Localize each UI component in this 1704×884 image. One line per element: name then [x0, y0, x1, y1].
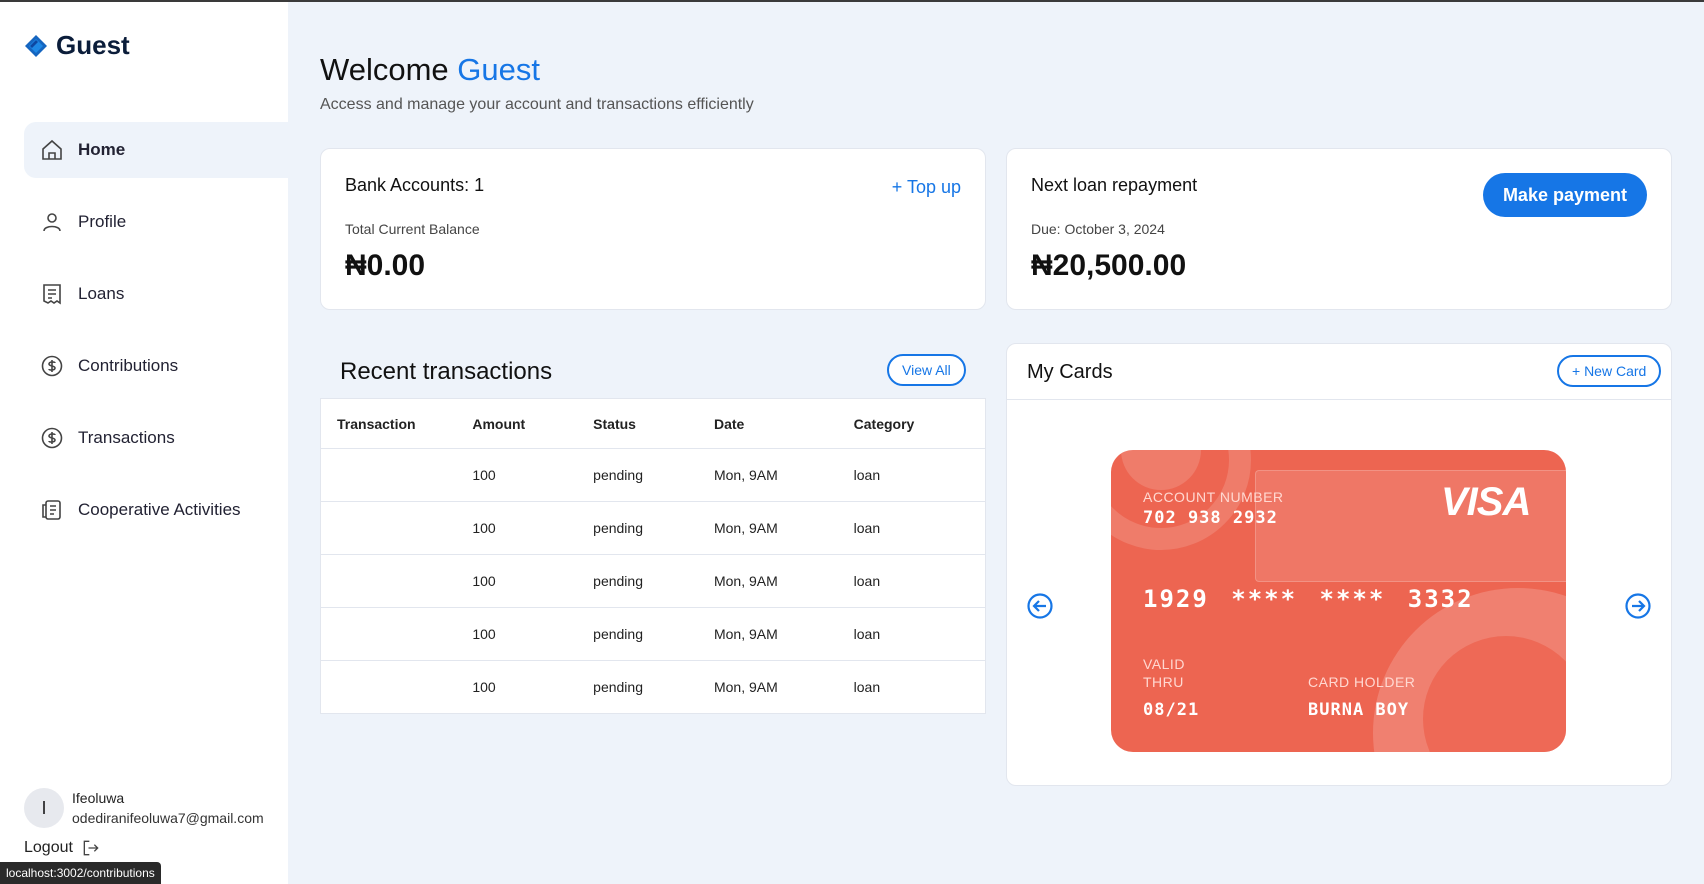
brand[interactable]: Guest [24, 30, 130, 61]
column-header[interactable]: Transaction [320, 398, 473, 449]
user-profile[interactable]: I Ifeoluwa odediranifeoluwa7@gmail.com [24, 788, 264, 828]
status-cell: pending [593, 448, 714, 502]
table-header-row: Transaction Amount Status Date Category [320, 398, 986, 449]
welcome-text: Welcome [320, 52, 449, 87]
avatar: I [24, 788, 64, 828]
category-cell: loan [853, 554, 986, 608]
status-cell: pending [593, 501, 714, 555]
sidebar-item-cooperative-activities[interactable]: Cooperative Activities [24, 482, 288, 538]
bank-accounts-card: Bank Accounts: 1 + Top up Total Current … [320, 148, 986, 310]
user-icon [43, 213, 61, 232]
card-number: 1929 **** **** 3332 [1143, 585, 1474, 613]
sidebar-item-home[interactable]: Home [24, 122, 288, 178]
status-cell: pending [593, 660, 714, 714]
transaction-cell [320, 660, 473, 714]
my-cards-title: My Cards [1027, 361, 1113, 383]
card-holder: BURNA BOY [1308, 700, 1410, 720]
transaction-cell [320, 448, 473, 502]
credit-card[interactable]: ACCOUNT NUMBER 702 938 2932 VISA 1929 **… [1111, 450, 1566, 752]
date-cell: Mon, 9AM [713, 660, 854, 714]
category-cell: loan [853, 501, 986, 555]
user-name: Ifeoluwa [72, 790, 125, 806]
amount-cell: 100 [472, 448, 594, 502]
receipt-icon [43, 284, 61, 305]
date-cell: Mon, 9AM [713, 448, 854, 502]
balance-amount: ₦0.00 [345, 249, 426, 282]
transaction-cell [320, 501, 473, 555]
sidebar-nav: Home Profile Loans Contributions Transac… [24, 122, 288, 554]
sidebar-item-profile[interactable]: Profile [24, 194, 288, 250]
amount-cell: 100 [472, 660, 594, 714]
view-all-button[interactable]: View All [887, 354, 966, 386]
welcome-name: Guest [457, 52, 540, 87]
loan-repayment-card: Next loan repayment Make payment Due: Oc… [1006, 148, 1672, 310]
date-cell: Mon, 9AM [713, 554, 854, 608]
table-row[interactable]: 100 pending Mon, 9AM loan [320, 448, 986, 502]
dollar-circle-icon [41, 355, 63, 377]
sidebar-item-label: Cooperative Activities [78, 500, 241, 519]
home-icon [42, 139, 62, 160]
transaction-cell [320, 607, 473, 661]
sidebar-item-label: Contributions [78, 356, 179, 375]
sidebar: Guest Home Profile Loans Contributions T… [0, 2, 288, 884]
logout-label: Logout [24, 839, 73, 856]
account-number: 702 938 2932 [1143, 508, 1278, 528]
status-url-tooltip: localhost:3002/contributions [0, 862, 161, 884]
card-holder-label: CARD HOLDER [1308, 674, 1416, 690]
amount-cell: 100 [472, 607, 594, 661]
sidebar-item-loans[interactable]: Loans [24, 266, 288, 322]
user-email: odediranifeoluwa7@gmail.com [72, 810, 264, 826]
make-payment-button[interactable]: Make payment [1482, 173, 1647, 217]
transaction-cell [320, 554, 473, 608]
column-header[interactable]: Status [593, 398, 714, 449]
amount-cell: 100 [472, 501, 594, 555]
logout-button[interactable]: Logout [24, 838, 101, 858]
sidebar-item-label: Home [78, 140, 126, 159]
visa-logo: VISA [1441, 480, 1531, 524]
column-header[interactable]: Amount [472, 398, 594, 449]
status-cell: pending [593, 607, 714, 661]
loan-due-date: Due: October 3, 2024 [1031, 221, 1165, 237]
brand-name: Guest [56, 30, 130, 60]
date-cell: Mon, 9AM [713, 607, 854, 661]
sidebar-item-contributions[interactable]: Contributions [24, 338, 288, 394]
page-title: Welcome Guest [320, 52, 540, 88]
top-up-link[interactable]: + Top up [892, 177, 961, 198]
date-cell: Mon, 9AM [713, 501, 854, 555]
dollar-circle-icon [41, 427, 63, 449]
valid-thru-label-1: VALID [1143, 656, 1185, 672]
document-icon [42, 500, 61, 520]
table-row[interactable]: 100 pending Mon, 9AM loan [320, 660, 986, 714]
table-row[interactable]: 100 pending Mon, 9AM loan [320, 501, 986, 555]
amount-cell: 100 [472, 554, 594, 608]
balance-label: Total Current Balance [345, 221, 480, 237]
table-row[interactable]: 100 pending Mon, 9AM loan [320, 554, 986, 608]
category-cell: loan [853, 448, 986, 502]
sidebar-item-transactions[interactable]: Transactions [24, 410, 288, 466]
status-cell: pending [593, 554, 714, 608]
account-number-label: ACCOUNT NUMBER [1143, 489, 1284, 505]
column-header[interactable]: Category [853, 398, 986, 449]
bank-accounts-title: Bank Accounts: 1 [345, 175, 485, 195]
logout-icon [83, 840, 99, 856]
valid-thru-label-2: THRU [1143, 674, 1184, 690]
category-cell: loan [853, 660, 986, 714]
transactions-table: Transaction Amount Status Date Category … [320, 398, 986, 714]
sidebar-item-label: Profile [78, 212, 127, 231]
column-header[interactable]: Date [713, 398, 854, 449]
divider [1007, 399, 1671, 400]
logo-icon [25, 34, 47, 57]
page-subtitle: Access and manage your account and trans… [320, 96, 754, 113]
recent-transactions-title: Recent transactions [340, 358, 553, 385]
sidebar-item-label: Loans [78, 284, 125, 303]
valid-thru: 08/21 [1143, 700, 1200, 720]
new-card-button[interactable]: + New Card [1557, 355, 1662, 387]
next-card-arrow-icon[interactable] [1625, 593, 1651, 619]
loan-repayment-title: Next loan repayment [1031, 175, 1198, 195]
sidebar-item-label: Transactions [78, 428, 175, 447]
category-cell: loan [853, 607, 986, 661]
previous-card-arrow-icon[interactable] [1027, 593, 1053, 619]
loan-amount: ₦20,500.00 [1031, 249, 1187, 282]
table-row[interactable]: 100 pending Mon, 9AM loan [320, 607, 986, 661]
